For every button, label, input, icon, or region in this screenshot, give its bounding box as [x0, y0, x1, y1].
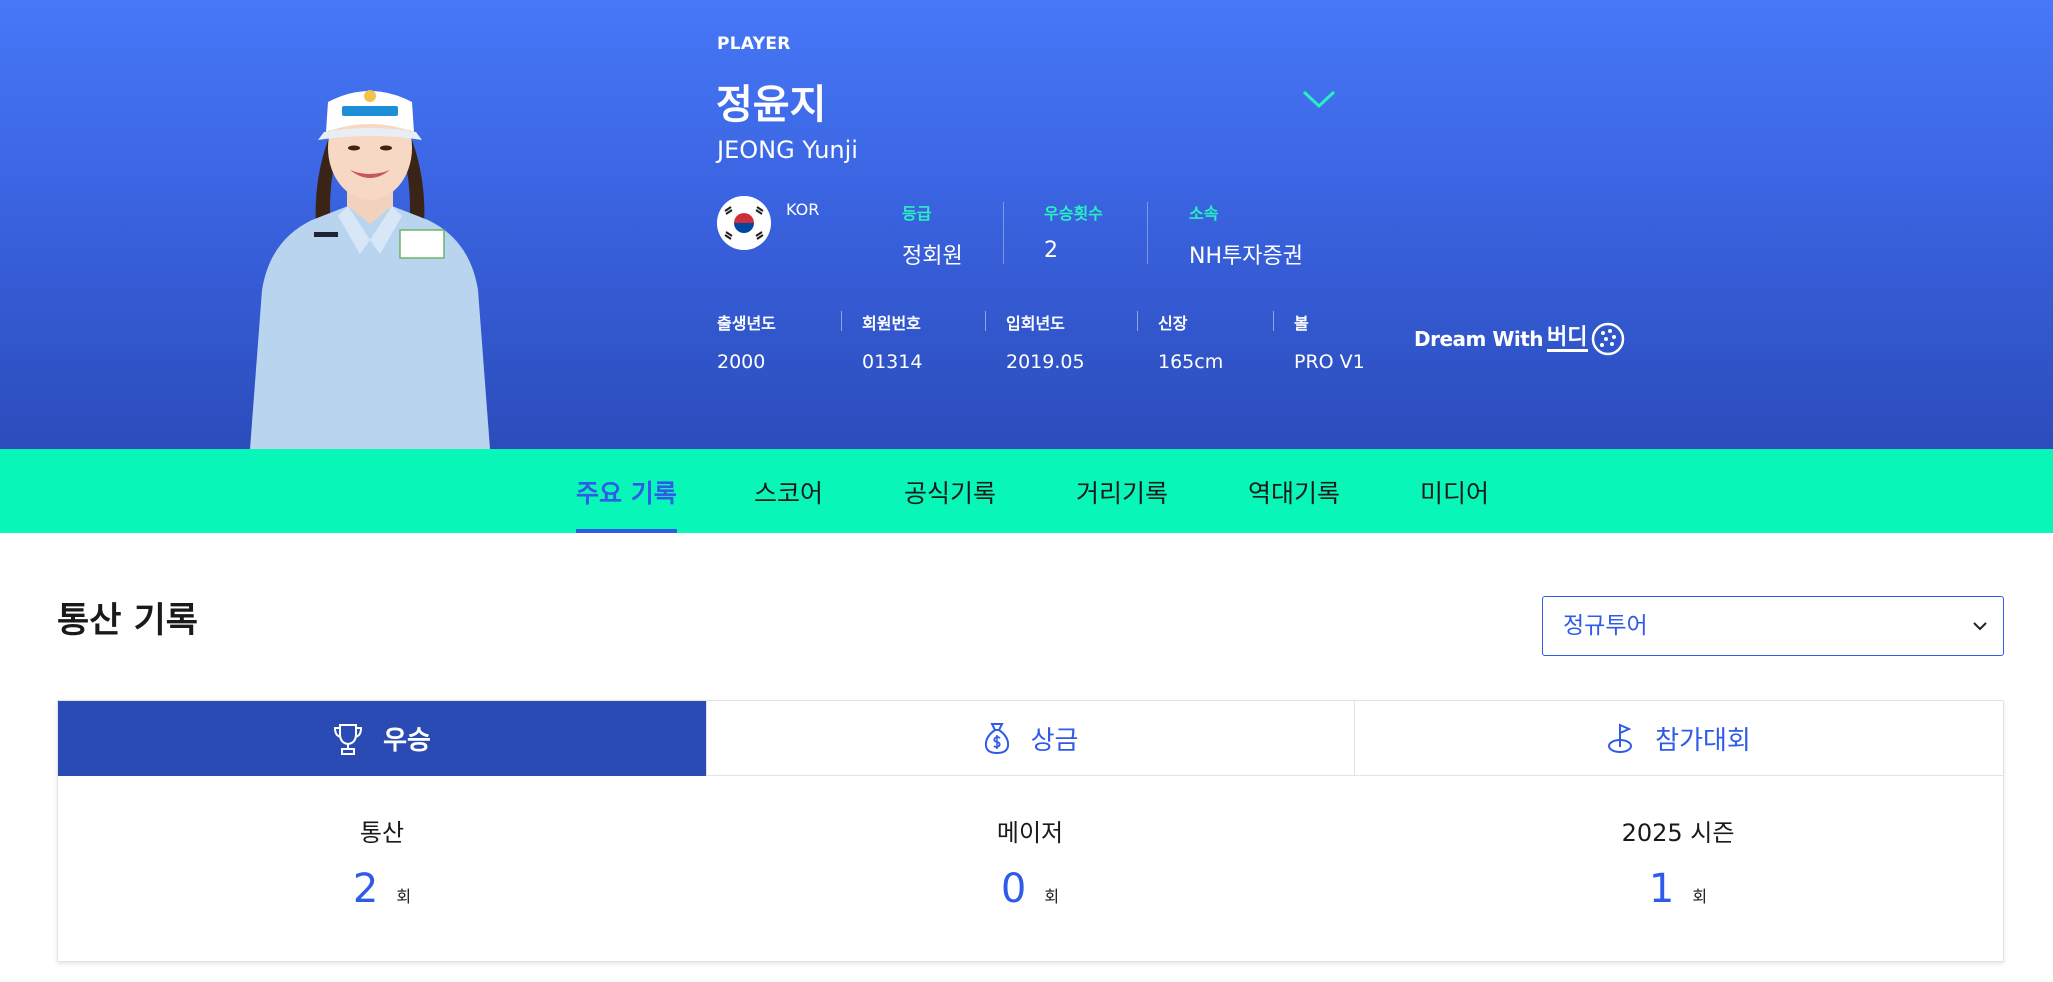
ball-info: 볼 PRO V1 [1294, 310, 1365, 373]
tab-distance-records[interactable]: 거리기록 [1076, 449, 1168, 533]
golf-ball-icon [1591, 322, 1624, 356]
wins-info: 우승횟수 2 [1044, 200, 1103, 263]
chevron-down-icon [1302, 90, 1336, 109]
nationality-code: KOR [786, 200, 820, 219]
subtab-wins[interactable]: 우승 [58, 701, 706, 776]
tab-score[interactable]: 스코어 [754, 449, 823, 533]
join-year-value: 2019.05 [1006, 351, 1085, 373]
section-title: 통산 기록 [57, 601, 198, 641]
player-name-english: JEONG Yunji [717, 136, 858, 164]
stat-season-wins: 2025 시즌 1회 [1354, 813, 2002, 912]
birth-year-value: 2000 [717, 351, 766, 373]
player-photo [250, 90, 490, 449]
stat-total-wins: 통산 2회 [58, 813, 706, 912]
ball-value: PRO V1 [1294, 351, 1365, 373]
member-number-value: 01314 [862, 351, 923, 373]
subtab-prize-money[interactable]: 상금 [706, 701, 1354, 776]
chevron-down-icon [1973, 622, 1987, 631]
korea-flag-icon [717, 196, 771, 250]
tab-official-records[interactable]: 공식기록 [904, 449, 996, 533]
team-info: 소속 NH투자증권 [1189, 200, 1303, 270]
player-name-korean: 정윤지 [716, 82, 827, 128]
stat-unit: 회 [396, 887, 412, 906]
subtab-tournaments[interactable]: 참가대회 [1354, 701, 2003, 776]
join-year-info: 입회년도 2019.05 [1006, 310, 1085, 373]
player-header: PLAYER 정윤지 JEONG Yunji KOR 등급 정회원 우승횟수 2… [0, 0, 2053, 449]
birth-year-info: 출생년도 2000 [717, 310, 776, 373]
stat-unit: 회 [1692, 887, 1708, 906]
stat-label: 통산 [359, 819, 405, 847]
record-tab-bar: 주요 기록 스코어 공식기록 거리기록 역대기록 미디어 [0, 449, 2053, 533]
tab-main-records[interactable]: 주요 기록 [576, 449, 677, 533]
tour-select-value: 정규투어 [1563, 613, 1648, 639]
divider [1003, 202, 1004, 264]
dream-with-birdie-logo: Dream With 버디 [1414, 318, 1626, 360]
tab-historical-records[interactable]: 역대기록 [1248, 449, 1340, 533]
trophy-icon [333, 722, 363, 756]
stat-value: 2 [352, 866, 379, 912]
stat-value: 1 [1648, 866, 1675, 912]
money-bag-icon [983, 721, 1011, 755]
stat-major-wins: 메이저 0회 [706, 813, 1354, 912]
member-number-label: 회원번호 [862, 314, 921, 333]
grade-info: 등급 정회원 [902, 200, 963, 270]
team-label: 소속 [1189, 204, 1219, 223]
stat-label: 메이저 [996, 819, 1064, 847]
career-stats-card: 우승 상금 참가대회 통산 2회 메이저 0회 2025 시즌 1 회 [57, 700, 2004, 962]
divider [1137, 311, 1138, 331]
stat-label: 2025 시즌 [1621, 819, 1735, 847]
height-label: 신장 [1158, 314, 1188, 333]
stat-value: 0 [1000, 866, 1027, 912]
wins-label: 우승횟수 [1044, 204, 1103, 223]
height-value: 165cm [1158, 351, 1224, 373]
grade-value: 정회원 [902, 244, 963, 269]
golf-flag-icon [1607, 721, 1635, 755]
divider [1273, 311, 1274, 331]
tour-select[interactable]: 정규투어 [1542, 596, 2004, 656]
wins-value: 2 [1044, 238, 1058, 263]
member-number-info: 회원번호 01314 [862, 310, 922, 373]
ball-label: 볼 [1294, 314, 1309, 333]
stat-unit: 회 [1044, 887, 1060, 906]
birth-year-label: 출생년도 [717, 314, 776, 333]
tab-media[interactable]: 미디어 [1420, 449, 1489, 533]
player-label: PLAYER [717, 34, 791, 54]
divider [841, 311, 842, 331]
subtab-tournaments-label: 참가대회 [1655, 725, 1751, 756]
team-value: NH투자증권 [1189, 244, 1303, 269]
player-select-toggle[interactable] [1300, 86, 1338, 112]
divider [1147, 202, 1148, 264]
subtab-wins-label: 우승 [383, 726, 431, 756]
grade-label: 등급 [902, 204, 932, 223]
divider [985, 311, 986, 331]
subtab-prize-money-label: 상금 [1030, 725, 1079, 756]
height-info: 신장 165cm [1158, 310, 1223, 373]
join-year-label: 입회년도 [1006, 314, 1065, 333]
